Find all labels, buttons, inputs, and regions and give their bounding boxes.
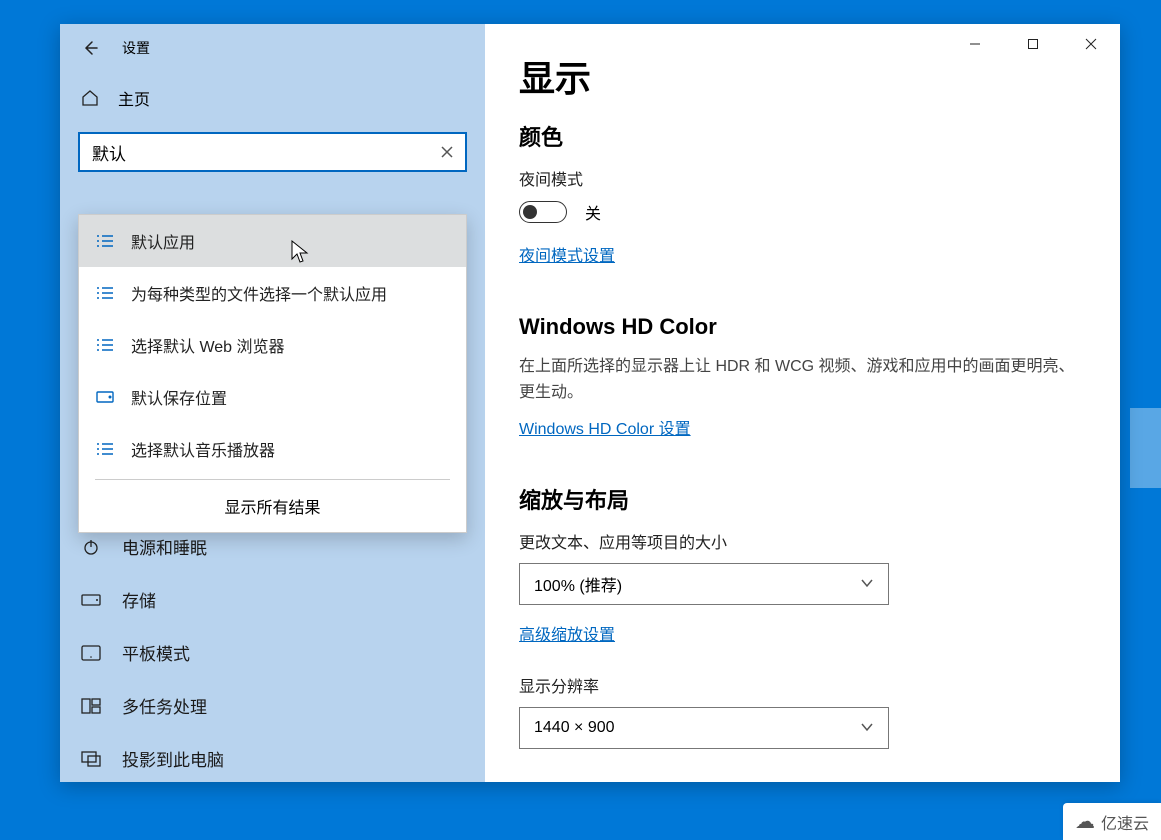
- cloud-icon: ☁: [1075, 809, 1095, 834]
- advanced-scale-link[interactable]: 高级缩放设置: [519, 621, 615, 645]
- search-suggestions-flyout: 默认应用 为每种类型的文件选择一个默认应用 选择默认 Web 浏览器 默认保存位…: [78, 214, 467, 533]
- resolution-label: 显示分辨率: [519, 673, 1086, 697]
- nav-item-multitask[interactable]: 多任务处理: [60, 679, 485, 732]
- watermark-text: 亿速云: [1101, 810, 1149, 834]
- night-mode-toggle-row: 关: [519, 200, 1086, 224]
- close-icon: [440, 145, 454, 159]
- desktop-bg-accent: [1130, 408, 1161, 488]
- list-icon: [95, 338, 115, 352]
- home-icon: [80, 88, 100, 108]
- hdcolor-settings-link[interactable]: Windows HD Color 设置: [519, 415, 691, 439]
- section-scale-heading: 缩放与布局: [519, 483, 1086, 515]
- show-all-results-button[interactable]: 显示所有结果: [79, 480, 466, 532]
- nav-label: 存储: [122, 587, 156, 612]
- chevron-down-icon: [860, 719, 874, 737]
- suggestion-item-save-location[interactable]: 默认保存位置: [79, 371, 466, 423]
- section-color-heading: 颜色: [519, 120, 1086, 152]
- toggle-knob: [523, 205, 537, 219]
- suggestion-label: 默认保存位置: [131, 385, 227, 409]
- multitask-icon: [80, 698, 102, 714]
- back-button[interactable]: [68, 26, 112, 70]
- suggestion-item-file-types[interactable]: 为每种类型的文件选择一个默认应用: [79, 267, 466, 319]
- night-mode-settings-link[interactable]: 夜间模式设置: [519, 242, 615, 266]
- chevron-down-icon: [860, 575, 874, 593]
- arrow-left-icon: [81, 39, 99, 57]
- night-mode-toggle[interactable]: [519, 201, 567, 223]
- night-mode-label: 夜间模式: [519, 166, 1086, 190]
- list-icon: [95, 442, 115, 456]
- hdcolor-description: 在上面所选择的显示器上让 HDR 和 WCG 视频、游戏和应用中的画面更明亮、更…: [519, 354, 1086, 405]
- resolution-select[interactable]: 1440 × 900: [519, 707, 889, 749]
- search-input[interactable]: [78, 132, 467, 172]
- list-icon: [95, 234, 115, 248]
- nav-label: 投影到此电脑: [122, 746, 224, 771]
- scale-select[interactable]: 100% (推荐): [519, 563, 889, 605]
- scale-value: 100% (推荐): [534, 572, 622, 596]
- suggestion-label: 默认应用: [131, 229, 195, 253]
- nav-label: 多任务处理: [122, 693, 207, 718]
- project-icon: [80, 751, 102, 767]
- titlebar-left: 设置: [60, 24, 485, 72]
- close-button[interactable]: [1062, 24, 1120, 64]
- minimize-icon: [969, 38, 981, 50]
- toggle-state-label: 关: [585, 200, 601, 224]
- suggestion-label: 为每种类型的文件选择一个默认应用: [131, 281, 387, 305]
- suggestion-item-web-browser[interactable]: 选择默认 Web 浏览器: [79, 319, 466, 371]
- list-icon: [95, 286, 115, 300]
- nav-item-tablet[interactable]: 平板模式: [60, 626, 485, 679]
- maximize-button[interactable]: [1004, 24, 1062, 64]
- storage-icon: [80, 594, 102, 606]
- right-pane: 显示 颜色 夜间模式 关 夜间模式设置 Windows HD Color 在上面…: [485, 24, 1120, 782]
- maximize-icon: [1027, 38, 1039, 50]
- minimize-button[interactable]: [946, 24, 1004, 64]
- home-nav-item[interactable]: 主页: [60, 72, 485, 124]
- settings-window: 设置 主页 默认应用: [60, 24, 1120, 782]
- nav-list: 电源和睡眠 存储 平板模式 多任务处理: [60, 520, 485, 785]
- section-hdcolor-heading: Windows HD Color: [519, 314, 1086, 340]
- titlebar-controls: [946, 24, 1120, 68]
- power-icon: [80, 538, 102, 556]
- nav-item-project[interactable]: 投影到此电脑: [60, 732, 485, 785]
- search-wrap: [78, 132, 467, 172]
- resolution-value: 1440 × 900: [534, 719, 615, 737]
- tablet-icon: [80, 645, 102, 661]
- close-icon: [1085, 38, 1097, 50]
- nav-label: 平板模式: [122, 640, 190, 665]
- suggestion-item-default-apps[interactable]: 默认应用: [79, 215, 466, 267]
- watermark: ☁ 亿速云: [1063, 803, 1161, 840]
- window-title: 设置: [122, 38, 150, 58]
- drive-icon: [95, 391, 115, 403]
- suggestion-item-music-player[interactable]: 选择默认音乐播放器: [79, 423, 466, 475]
- content-area: 显示 颜色 夜间模式 关 夜间模式设置 Windows HD Color 在上面…: [485, 24, 1120, 785]
- home-label: 主页: [118, 86, 150, 110]
- nav-item-storage[interactable]: 存储: [60, 573, 485, 626]
- search-clear-button[interactable]: [435, 140, 459, 164]
- left-pane: 设置 主页 默认应用: [60, 24, 485, 782]
- suggestion-label: 选择默认 Web 浏览器: [131, 333, 285, 357]
- nav-label: 电源和睡眠: [122, 534, 207, 559]
- scale-label: 更改文本、应用等项目的大小: [519, 529, 1086, 553]
- suggestion-label: 选择默认音乐播放器: [131, 437, 275, 461]
